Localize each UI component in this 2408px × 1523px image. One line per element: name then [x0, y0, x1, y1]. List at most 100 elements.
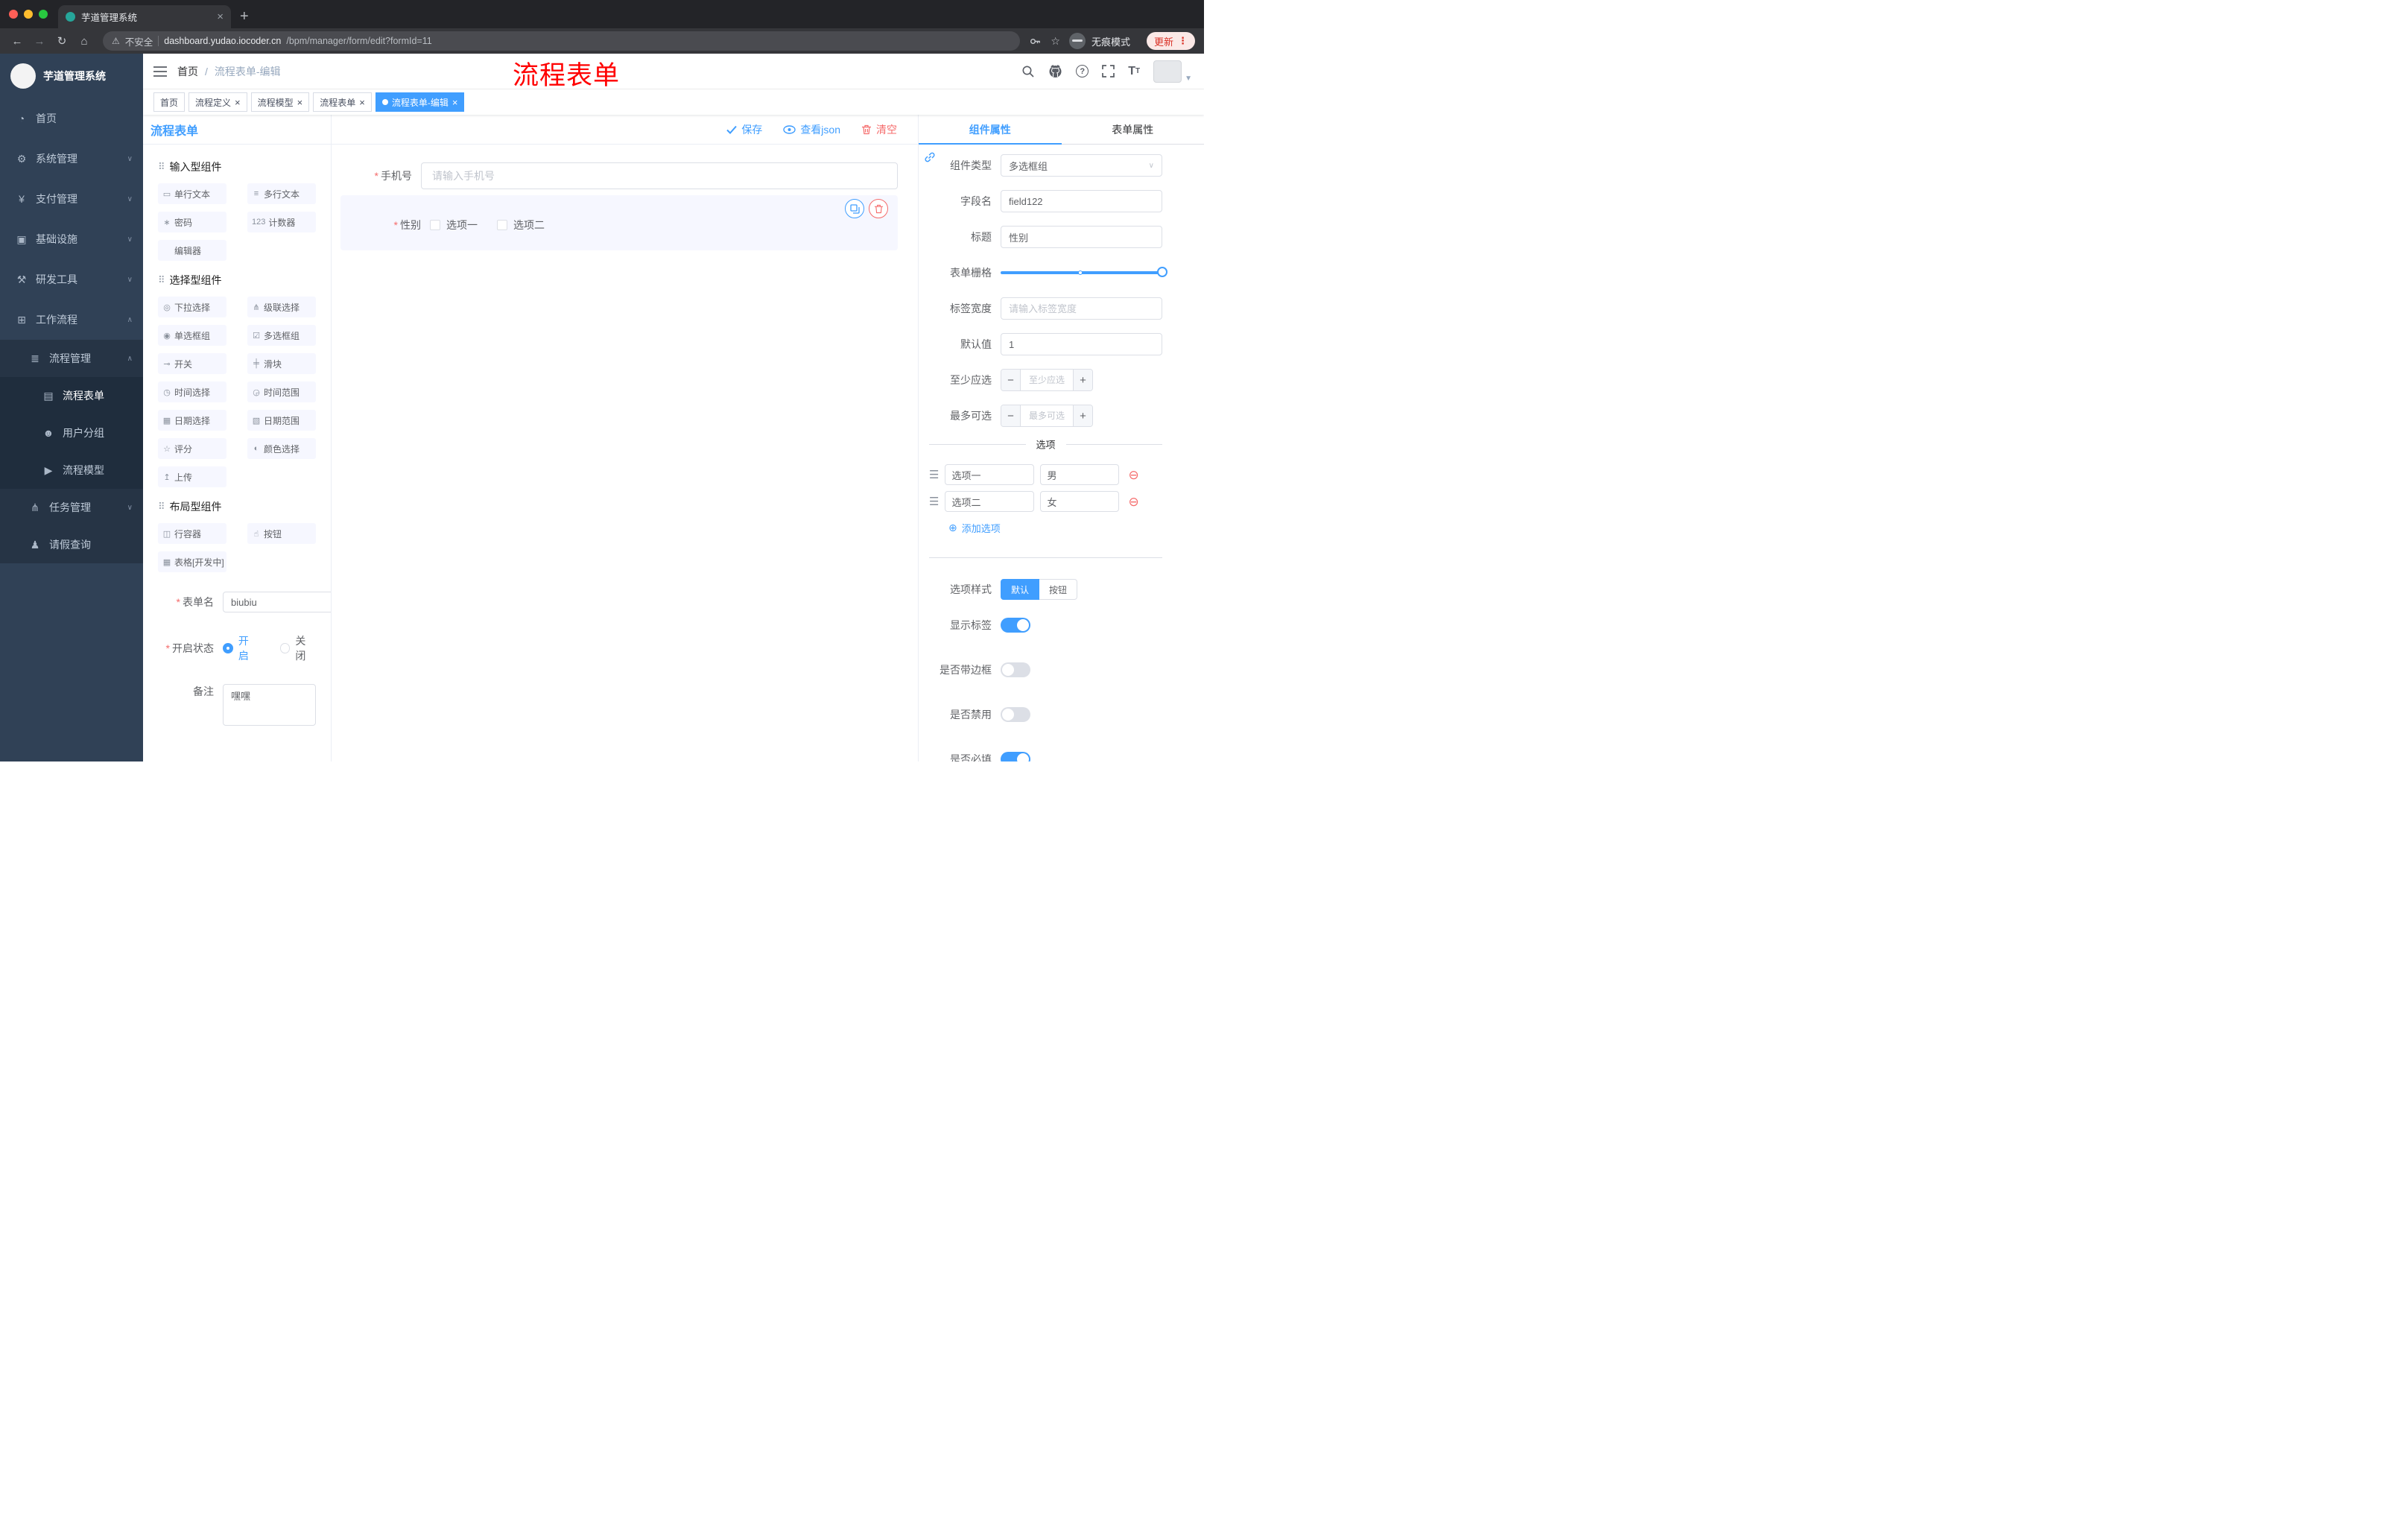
sidebar-item[interactable]: ⋔ 任务管理 ∨	[0, 489, 143, 526]
component-item[interactable]: ↥ 上传	[158, 466, 226, 487]
component-item[interactable]: ◉ 单选框组	[158, 325, 226, 346]
component-item[interactable]: 123 计数器	[247, 212, 316, 232]
component-item[interactable]: ▦ 日期选择	[158, 410, 226, 431]
view-tag[interactable]: 流程表单 ×	[313, 92, 372, 112]
close-window-button[interactable]	[9, 10, 18, 19]
component-item[interactable]: ▭ 单行文本	[158, 183, 226, 204]
component-item[interactable]: ◶ 时间范围	[247, 381, 316, 402]
clear-button[interactable]: 清空	[861, 122, 897, 137]
home-icon[interactable]: ⌂	[75, 35, 94, 48]
radio-open[interactable]: 开启	[223, 633, 259, 663]
breadcrumb-home[interactable]: 首页	[177, 64, 198, 79]
form-field-gender[interactable]: * 性别 选项一 选项二	[340, 195, 898, 250]
sidebar-item[interactable]: ♟ 请假查询	[0, 526, 143, 563]
font-size-icon[interactable]: TT	[1128, 65, 1140, 78]
component-type-select[interactable]: 多选框组 ∨	[1001, 154, 1162, 177]
sidebar-item[interactable]: ¥ 支付管理 ∨	[0, 179, 143, 219]
view-tag[interactable]: 流程模型 ×	[250, 92, 310, 112]
component-item[interactable]: ◷ 时间选择	[158, 381, 226, 402]
fullscreen-icon[interactable]	[1102, 65, 1115, 77]
style-default-button[interactable]: 默认	[1001, 579, 1040, 600]
component-item[interactable]: ☆ 评分	[158, 438, 226, 459]
view-tag[interactable]: 流程定义 ×	[188, 92, 247, 112]
checkbox-option[interactable]: 选项一	[430, 218, 478, 232]
remove-option-icon[interactable]: ⊖	[1128, 469, 1138, 481]
forward-icon[interactable]: →	[30, 35, 49, 48]
component-item[interactable]: ◎ 下拉选择	[158, 297, 226, 317]
browser-menu-icon[interactable]: ⋮	[1178, 35, 1188, 47]
component-item[interactable]: ∗ 密码	[158, 212, 226, 232]
remove-option-icon[interactable]: ⊖	[1128, 495, 1138, 508]
title-input[interactable]	[1001, 226, 1162, 248]
help-icon[interactable]: ?	[1076, 65, 1089, 77]
link-icon[interactable]	[923, 151, 937, 164]
save-button[interactable]: 保存	[726, 122, 762, 137]
component-item[interactable]: ◫ 行容器	[158, 523, 226, 544]
github-icon[interactable]	[1048, 64, 1062, 78]
sidebar-item[interactable]: ⚒ 研发工具 ∨	[0, 259, 143, 300]
component-item[interactable]: ⊸ 开关	[158, 353, 226, 374]
minimize-window-button[interactable]	[24, 10, 33, 19]
zoom-window-button[interactable]	[39, 10, 48, 19]
form-name-input[interactable]	[223, 592, 331, 612]
component-item[interactable]: 编辑器	[158, 240, 226, 261]
checkbox-box[interactable]	[430, 220, 440, 230]
increase-button[interactable]: +	[1073, 405, 1092, 426]
decrease-button[interactable]: −	[1001, 370, 1021, 390]
search-icon[interactable]	[1021, 65, 1035, 78]
tag-close-icon[interactable]: ×	[297, 98, 303, 107]
slider-handle[interactable]	[1157, 267, 1167, 277]
component-item[interactable]: ▦ 表格[开发中]	[158, 551, 226, 572]
decrease-button[interactable]: −	[1001, 405, 1021, 426]
security-warning-icon[interactable]: ⚠	[112, 36, 120, 46]
option-value-input[interactable]	[1040, 491, 1120, 512]
radio-closed[interactable]: 关闭	[279, 633, 317, 663]
tab-form-props[interactable]: 表单属性	[1062, 115, 1205, 144]
tab-component-props[interactable]: 组件属性	[919, 115, 1062, 145]
component-item[interactable]: ☑ 多选框组	[247, 325, 316, 346]
copy-component-button[interactable]	[845, 199, 864, 218]
tab-close-icon[interactable]: ×	[217, 10, 224, 23]
view-tag[interactable]: 首页 ×	[153, 92, 186, 112]
drag-handle-icon[interactable]: ☰	[929, 468, 939, 481]
increase-button[interactable]: +	[1073, 370, 1092, 390]
form-field-phone[interactable]: * 手机号	[340, 162, 898, 189]
phone-input[interactable]	[421, 162, 898, 189]
bookmark-star-icon[interactable]: ☆	[1051, 35, 1060, 48]
form-grid-slider[interactable]	[1001, 267, 1167, 279]
component-item[interactable]: ☝ 按钮	[247, 523, 316, 544]
component-item[interactable]: ▧ 日期范围	[247, 410, 316, 431]
delete-component-button[interactable]	[869, 199, 888, 218]
toggle-switch[interactable]	[1001, 618, 1030, 633]
sidebar-item[interactable]: ◔ 首页	[0, 98, 143, 139]
browser-tab[interactable]: 芋道管理系统 ×	[58, 5, 231, 28]
label-width-input[interactable]	[1001, 297, 1162, 320]
min-select-input[interactable]	[1021, 370, 1073, 390]
sidebar-item[interactable]: ≣ 流程管理 ∧	[0, 340, 143, 377]
sidebar-item[interactable]: ☻ 用户分组	[0, 414, 143, 452]
tag-close-icon[interactable]: ×	[452, 98, 458, 107]
sidebar-item[interactable]: ⚙ 系统管理 ∨	[0, 139, 143, 179]
sidebar-item[interactable]: ⊞ 工作流程 ∧	[0, 300, 143, 340]
component-item[interactable]: ◐ 颜色选择	[247, 438, 316, 459]
sidebar-item[interactable]: ▤ 流程表单	[0, 377, 143, 414]
sidebar-item[interactable]: ▶ 流程模型	[0, 452, 143, 489]
option-label-input[interactable]	[945, 464, 1035, 485]
view-tag[interactable]: 流程表单-编辑 ×	[375, 92, 465, 112]
toggle-switch[interactable]	[1001, 752, 1030, 762]
tag-close-icon[interactable]: ×	[359, 98, 365, 107]
option-value-input[interactable]	[1040, 464, 1120, 485]
user-avatar[interactable]: ▼	[1153, 60, 1192, 83]
browser-update-button[interactable]: 更新 ⋮	[1146, 32, 1195, 50]
drag-handle-icon[interactable]: ☰	[929, 495, 939, 508]
sidebar-toggle-icon[interactable]	[143, 66, 177, 77]
back-icon[interactable]: ←	[7, 35, 27, 48]
remark-textarea[interactable]: 嘿嘿	[223, 684, 316, 726]
toggle-switch[interactable]	[1001, 707, 1030, 722]
checkbox-option[interactable]: 选项二	[497, 218, 545, 232]
option-label-input[interactable]	[945, 491, 1035, 512]
component-item[interactable]: ≡ 多行文本	[247, 183, 316, 204]
reload-icon[interactable]: ↻	[52, 34, 72, 48]
component-item[interactable]: ⋔ 级联选择	[247, 297, 316, 317]
checkbox-box[interactable]	[497, 220, 507, 230]
